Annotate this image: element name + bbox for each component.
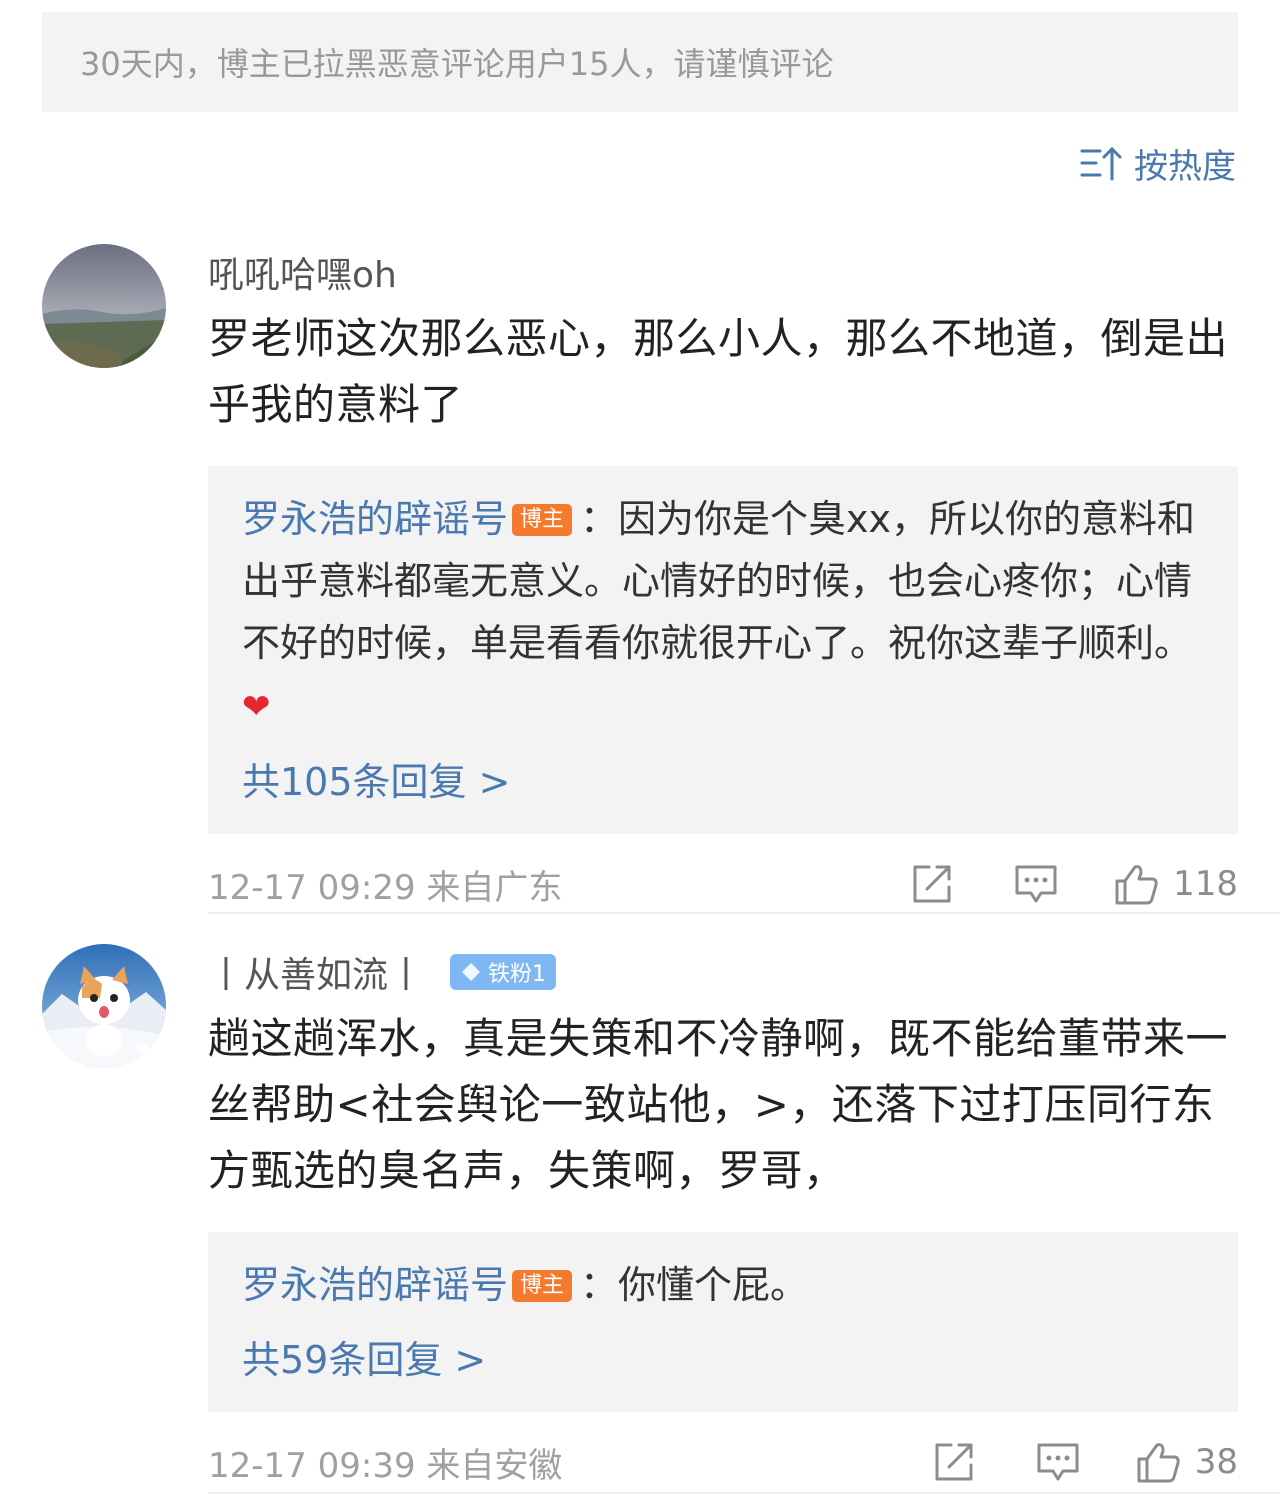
comment-time: 12-17 09:29 xyxy=(208,867,416,908)
comment-location: 来自安徽 xyxy=(426,1445,563,1486)
diamond-icon xyxy=(462,963,481,981)
reply-preview[interactable]: 罗永浩的辟谣号 博主 ：因为你是个臭xx，所以你的意料和出乎意料都毫无意义。心情好的… xyxy=(208,466,1238,834)
comment-time: 12-17 09:39 xyxy=(208,1445,416,1486)
reply-content: 罗永浩的辟谣号 博主 ：因为你是个臭xx，所以你的意料和出乎意料都毫无意义。心情好的… xyxy=(242,488,1204,738)
reply-count-link[interactable]: 共59条回复 > xyxy=(242,1330,1204,1390)
landscape-avatar-image xyxy=(42,244,166,368)
comment-button[interactable] xyxy=(1035,1439,1081,1485)
reply-preview[interactable]: 罗永浩的辟谣号 博主 ：你懂个屁。 共59条回复 > xyxy=(208,1232,1238,1412)
sort-by-hot-button[interactable]: 按热度 xyxy=(1080,140,1236,187)
comment-divider xyxy=(208,912,1280,914)
reply-count-link[interactable]: 共105条回复 > xyxy=(242,752,1204,812)
avatar[interactable] xyxy=(42,244,166,368)
reply-author[interactable]: 罗永浩的辟谣号 xyxy=(242,1263,508,1307)
heart-emoji-icon: ❤ xyxy=(242,687,271,727)
repost-button[interactable] xyxy=(931,1439,977,1485)
thumbs-up-icon xyxy=(1137,1443,1180,1483)
sort-icon xyxy=(1080,146,1122,181)
host-tag: 博主 xyxy=(512,504,573,536)
repost-icon xyxy=(935,1443,973,1481)
like-button[interactable]: 38 xyxy=(1135,1439,1238,1485)
like-button[interactable]: 118 xyxy=(1113,861,1238,907)
sort-label: 按热度 xyxy=(1134,146,1236,187)
reply-author[interactable]: 罗永浩的辟谣号 xyxy=(242,497,508,541)
avatar[interactable] xyxy=(42,944,166,1068)
like-count: 38 xyxy=(1194,1442,1238,1482)
reply-text: ：你懂个屁。 xyxy=(580,1263,809,1307)
comment-meta: 12-17 09:29 来自广东 xyxy=(208,860,909,909)
thumbs-up-icon xyxy=(1115,865,1158,905)
comment-meta: 12-17 09:39 来自安徽 xyxy=(208,1438,931,1487)
blacklist-notice: 30天内，博主已拉黑恶意评论用户15人，请谨慎评论 xyxy=(42,12,1238,112)
like-count: 118 xyxy=(1173,864,1238,904)
comment-icon xyxy=(1015,865,1057,903)
comment-button[interactable] xyxy=(1013,861,1059,907)
comment-location: 来自广东 xyxy=(426,867,563,908)
username[interactable]: 吼吼哈嘿oh xyxy=(208,246,397,298)
reply-content: 罗永浩的辟谣号 博主 ：你懂个屁。 xyxy=(242,1254,1204,1316)
host-tag: 博主 xyxy=(512,1270,573,1302)
repost-icon xyxy=(913,865,951,903)
username[interactable]: 丨从善如流丨 xyxy=(208,946,424,998)
notice-text: 30天内，博主已拉黑恶意评论用户15人，请谨慎评论 xyxy=(80,45,834,83)
cat-avatar-image xyxy=(42,944,166,1068)
fan-level-badge: 铁粉1 xyxy=(450,954,557,990)
comment-text: 趟这趟浑水，真是失策和不冷静啊，既不能给董带来一丝帮助<社会舆论一致站他，>，还… xyxy=(208,1014,1229,1195)
repost-button[interactable] xyxy=(909,861,955,907)
comment-divider xyxy=(208,1492,1280,1494)
comment-text: 罗老师这次那么恶心，那么小人，那么不地道，倒是出乎我的意料了 xyxy=(208,314,1229,429)
fan-badge-label: 铁粉1 xyxy=(488,962,547,987)
comment-icon xyxy=(1037,1443,1079,1481)
